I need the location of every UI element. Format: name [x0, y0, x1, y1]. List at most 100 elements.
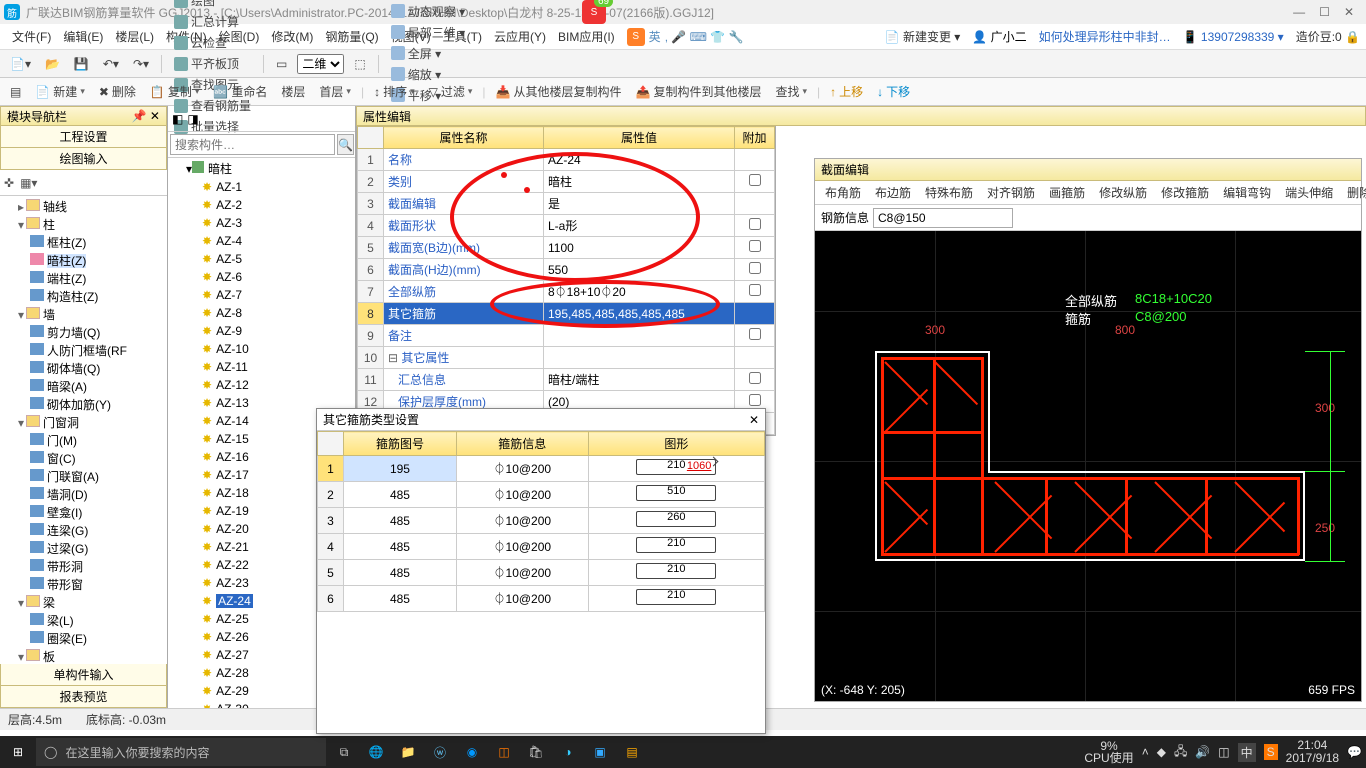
tree-leaf[interactable]: 门(M)	[30, 432, 165, 450]
delete-button[interactable]: ✖ 删除	[95, 81, 140, 102]
minimize-icon[interactable]: —	[1293, 5, 1305, 19]
property-row[interactable]: 5截面宽(B边)(mm)1100	[358, 237, 775, 259]
tray-clock[interactable]: 21:042017/9/18	[1286, 739, 1339, 765]
tree-leaf[interactable]: 壁龛(I)	[30, 504, 165, 522]
tree-node[interactable]: ▾墙	[16, 306, 165, 324]
find-button[interactable]: 查找	[771, 81, 811, 102]
menu-item[interactable]: 修改(M)	[265, 28, 319, 46]
taskbar-app-icon[interactable]: ◑	[554, 738, 582, 766]
copy-from-floor-button[interactable]: 📥 从其他楼层复制构件	[492, 81, 626, 102]
section-tab[interactable]: 布边筋	[869, 182, 917, 203]
nav-tab-project[interactable]: 工程设置	[0, 126, 167, 148]
ime-toolbar[interactable]: S 英 , 🎤 ⌨ 👕 🔧	[627, 28, 744, 46]
prop-checkbox[interactable]	[749, 394, 761, 406]
section-tab[interactable]: 删除	[1341, 182, 1366, 203]
tree-node[interactable]: ▾柱	[16, 216, 165, 234]
tb-nav-icon[interactable]: ▤	[6, 83, 25, 101]
section-tab[interactable]: 修改箍筋	[1155, 182, 1215, 203]
dialog-grid[interactable]: 箍筋图号箍筋信息图形 1195⏀10@20021010602485⏀10@200…	[317, 431, 765, 733]
dialog-row[interactable]: 5485⏀10@200210	[318, 560, 765, 586]
nav-tab-single[interactable]: 单构件输入	[0, 664, 167, 686]
tree-leaf[interactable]: 构造柱(Z)	[30, 288, 165, 306]
section-canvas[interactable]: 全部纵筋 8C18+10C20 箍筋 C8@200 300 800 300 25…	[815, 231, 1361, 701]
menu-item[interactable]: 编辑(E)	[57, 28, 109, 46]
filter-button[interactable]: ▽ 过滤	[425, 81, 477, 102]
toolbar-button[interactable]: 云检查	[170, 32, 255, 53]
tree-leaf[interactable]: 过梁(G)	[30, 540, 165, 558]
tool-icon[interactable]: ◧	[172, 112, 183, 126]
tool-icon[interactable]: ◨	[187, 112, 198, 126]
tray-icon[interactable]: ◆	[1157, 745, 1166, 759]
property-row[interactable]: 9备注	[358, 325, 775, 347]
property-row[interactable]: 11 汇总信息暗柱/端柱	[358, 369, 775, 391]
nav-tree[interactable]: ▸轴线▾柱框柱(Z)暗柱(Z)端柱(Z)构造柱(Z)▾墙剪力墙(Q)人防门框墙(…	[0, 196, 167, 664]
prop-checkbox[interactable]	[749, 240, 761, 252]
prop-checkbox[interactable]	[749, 328, 761, 340]
phone-label[interactable]: 📱 13907298339 ▾	[1183, 30, 1284, 44]
section-tab[interactable]: 对齐钢筋	[981, 182, 1041, 203]
tree-leaf[interactable]: 窗(C)	[30, 450, 165, 468]
tray-network-icon[interactable]: 🖧	[1174, 742, 1187, 763]
section-tab[interactable]: 修改纵筋	[1093, 182, 1153, 203]
tree-node[interactable]: ▾门窗洞	[16, 414, 165, 432]
new-button[interactable]: 📄 新建	[31, 81, 89, 102]
menu-item[interactable]: 钢筋量(Q)	[319, 28, 384, 46]
tb-cube-icon[interactable]: ⬚	[350, 55, 369, 73]
dialog-row[interactable]: 4485⏀10@200210	[318, 534, 765, 560]
copy-button[interactable]: 📋 复制	[146, 81, 204, 102]
tree-leaf[interactable]: 框柱(Z)	[30, 234, 165, 252]
nav-tool-icon[interactable]: ▦▾	[20, 176, 37, 190]
copy-to-floor-button[interactable]: 📤 复制构件到其他楼层	[632, 81, 766, 102]
tb-new-icon[interactable]: 📄▾	[6, 55, 35, 73]
section-tab[interactable]: 画箍筋	[1043, 182, 1091, 203]
toolbar-button[interactable]: 绘图	[170, 0, 255, 11]
property-row[interactable]: 8其它箍筋195,485,485,485,485,485	[358, 303, 775, 325]
rename-button[interactable]: 🔤 重命名	[209, 81, 271, 102]
component-item[interactable]: ✸AZ-8	[202, 304, 353, 322]
dialog-row[interactable]: 3485⏀10@200260	[318, 508, 765, 534]
dialog-row[interactable]: 1195⏀10@2002101060	[318, 456, 765, 482]
menu-item[interactable]: 楼层(L)	[109, 28, 160, 46]
tree-leaf[interactable]: 圈梁(E)	[30, 630, 165, 648]
help-tip-link[interactable]: 如何处理异形柱中非封…	[1039, 28, 1171, 45]
component-item[interactable]: ✸AZ-2	[202, 196, 353, 214]
tree-leaf[interactable]: 人防门框墙(RF	[30, 342, 165, 360]
prop-checkbox[interactable]	[749, 262, 761, 274]
tree-leaf[interactable]: 砌体加筋(Y)	[30, 396, 165, 414]
property-grid[interactable]: 属性名称属性值附加 1名称AZ-242类别暗柱3截面编辑是4截面形状L-a形5截…	[356, 126, 776, 436]
component-item[interactable]: ✸AZ-7	[202, 286, 353, 304]
section-tab[interactable]: 端头伸缩	[1279, 182, 1339, 203]
component-root[interactable]: 暗柱	[208, 162, 232, 176]
tree-leaf[interactable]: 暗梁(A)	[30, 378, 165, 396]
taskbar-app-icon[interactable]: ⓦ	[426, 738, 454, 766]
property-row[interactable]: 2类别暗柱	[358, 171, 775, 193]
section-tab[interactable]: 布角筋	[819, 182, 867, 203]
prop-checkbox[interactable]	[749, 372, 761, 384]
taskbar-app-icon[interactable]: 🌐	[362, 738, 390, 766]
tray-up-icon[interactable]: ˄	[1142, 745, 1149, 759]
tb-redo-icon[interactable]: ↷▾	[129, 55, 153, 73]
nav-tool-icon[interactable]: ✜	[4, 176, 14, 190]
tree-leaf[interactable]: 墙洞(D)	[30, 486, 165, 504]
tree-node[interactable]: ▾板	[16, 648, 165, 664]
taskbar-app-icon[interactable]: 📁	[394, 738, 422, 766]
tb-open-icon[interactable]: 📂	[41, 55, 64, 73]
component-item[interactable]: ✸AZ-11	[202, 358, 353, 376]
move-up-button[interactable]: ↑ 上移	[826, 81, 867, 102]
tray-notification-icon[interactable]: 💬	[1347, 745, 1362, 759]
nav-tab-draw[interactable]: 绘图输入	[0, 148, 167, 170]
property-row[interactable]: 10⊟ 其它属性	[358, 347, 775, 369]
tree-leaf[interactable]: 砌体墙(Q)	[30, 360, 165, 378]
toolbar-button[interactable]: 汇总计算	[170, 11, 255, 32]
taskbar-app-icon[interactable]: ◫	[490, 738, 518, 766]
toolbar-button[interactable]: 全屏 ▾	[387, 43, 469, 64]
toolbar-button[interactable]: 动态观察 ▾	[387, 1, 469, 22]
prop-checkbox[interactable]	[749, 218, 761, 230]
tray-volume-icon[interactable]: 🔊	[1195, 745, 1210, 759]
component-item[interactable]: ✸AZ-5	[202, 250, 353, 268]
taskbar-app-icon[interactable]: ▤	[618, 738, 646, 766]
rebar-info-input[interactable]	[873, 208, 1013, 228]
menu-item[interactable]: 云应用(Y)	[488, 28, 552, 46]
tree-leaf[interactable]: 连梁(G)	[30, 522, 165, 540]
pin-icon[interactable]: 📌 ✕	[132, 109, 160, 123]
